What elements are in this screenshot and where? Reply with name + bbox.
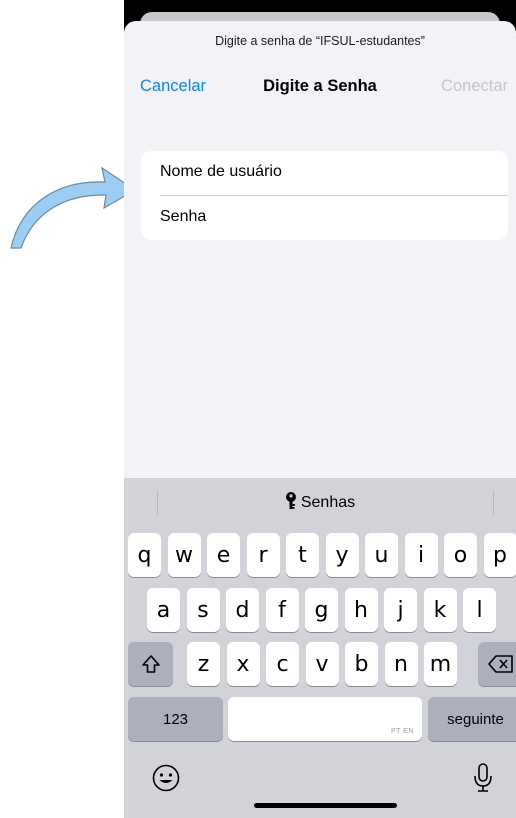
connect-button[interactable]: Conectar bbox=[441, 77, 508, 96]
key-q[interactable]: q bbox=[128, 533, 161, 577]
backspace-key[interactable] bbox=[478, 642, 516, 686]
key-g[interactable]: g bbox=[305, 588, 338, 632]
space-key[interactable]: PT EN bbox=[228, 697, 422, 741]
key-h[interactable]: h bbox=[344, 588, 378, 632]
backspace-icon bbox=[487, 655, 513, 673]
key-s[interactable]: s bbox=[186, 588, 220, 632]
key-a[interactable]: a bbox=[147, 588, 180, 632]
key-i[interactable]: i bbox=[404, 533, 438, 577]
key-d[interactable]: d bbox=[226, 588, 259, 632]
phone-screen: Digite a senha de “IFSUL-estudantes” Can… bbox=[124, 0, 516, 818]
cancel-button[interactable]: Cancelar bbox=[140, 77, 206, 96]
key-o[interactable]: o bbox=[444, 533, 477, 577]
key-y[interactable]: y bbox=[325, 533, 359, 577]
navigation-bar: Cancelar Digite a Senha Conectar bbox=[124, 77, 516, 101]
curved-arrow-icon bbox=[10, 166, 137, 249]
numbers-key[interactable]: 123 bbox=[128, 697, 223, 741]
key-u[interactable]: u bbox=[365, 533, 398, 577]
key-c[interactable]: c bbox=[266, 642, 299, 686]
microphone-icon[interactable] bbox=[472, 762, 494, 794]
keyboard: Senhas qwertyuiop asdfghjkl zxcvbnm 123 … bbox=[124, 478, 516, 818]
username-field[interactable]: Nome de usuário bbox=[141, 151, 508, 195]
key-t[interactable]: t bbox=[286, 533, 319, 577]
key-w[interactable]: w bbox=[167, 533, 201, 577]
key-f[interactable]: f bbox=[265, 588, 299, 632]
username-input[interactable] bbox=[141, 151, 508, 195]
key-p[interactable]: p bbox=[483, 533, 516, 577]
network-prompt: Digite a senha de “IFSUL-estudantes” bbox=[215, 34, 425, 48]
language-hint: PT EN bbox=[391, 728, 414, 735]
return-key[interactable]: seguinte bbox=[428, 697, 516, 741]
key-e[interactable]: e bbox=[207, 533, 240, 577]
shift-icon bbox=[141, 655, 160, 673]
key-z[interactable]: z bbox=[187, 642, 220, 686]
key-m[interactable]: m bbox=[424, 642, 457, 686]
key-r[interactable]: r bbox=[246, 533, 280, 577]
key-n[interactable]: n bbox=[384, 642, 418, 686]
key-x[interactable]: x bbox=[226, 642, 260, 686]
password-input[interactable] bbox=[141, 196, 508, 240]
suggestion-bar: Senhas bbox=[124, 478, 516, 526]
passwords-suggestion[interactable]: Senhas bbox=[124, 492, 516, 512]
credentials-form: Nome de usuário Senha bbox=[141, 151, 508, 240]
password-field[interactable]: Senha bbox=[141, 196, 508, 240]
key-k[interactable]: k bbox=[423, 588, 457, 632]
key-j[interactable]: j bbox=[384, 588, 417, 632]
shift-key[interactable] bbox=[128, 642, 173, 686]
passwords-label: Senhas bbox=[300, 494, 356, 511]
key-v[interactable]: v bbox=[305, 642, 339, 686]
emoji-icon[interactable] bbox=[151, 763, 181, 793]
key-icon bbox=[285, 492, 296, 509]
key-b[interactable]: b bbox=[345, 642, 378, 686]
home-indicator bbox=[254, 803, 397, 808]
key-l[interactable]: l bbox=[463, 588, 496, 632]
